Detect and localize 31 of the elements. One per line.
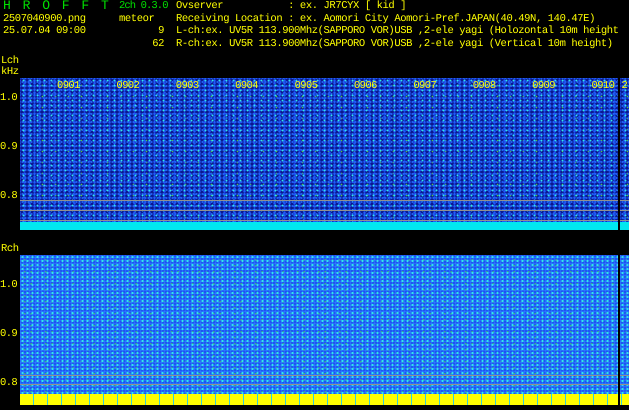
time-label: 0906 <box>354 80 377 92</box>
version-label: 2ch 0.3.0 <box>119 0 169 12</box>
time-label: 0905 <box>294 80 318 92</box>
time-label: 0909 <box>532 80 555 92</box>
time-label: 2 <box>622 80 628 92</box>
time-label: 0907 <box>413 80 436 92</box>
axis-tick-label: 0.9 <box>0 328 18 340</box>
meteor-count: 62 <box>151 38 165 50</box>
unit-label: kHz <box>0 67 20 78</box>
info-line: Receiving Location : ex. Aomori City Aomori-Pref.JAPAN(40.49N, 140.47E) <box>176 12 596 25</box>
time-label: 0901 <box>57 80 80 92</box>
time-label: 0908 <box>472 80 496 92</box>
info-line: L-ch:ex. UV5R 113.900Mhz(SAPPORO VOR)USB ,2-ele yagi (Holozontal 10m height <box>176 25 619 38</box>
time-label: 0910 <box>592 80 614 92</box>
time-label: 0903 <box>176 80 199 92</box>
axis-tick-label: 0.8 <box>0 190 18 202</box>
app-title: H R O F F T <box>3 0 112 12</box>
info-line: Ovserver : ex. JR7CYX [ kid ] <box>176 0 408 12</box>
axis-tick-label: 1.0 <box>0 279 18 291</box>
time-label: 0902 <box>116 80 140 92</box>
axis-tick-label: 1.0 <box>0 92 18 104</box>
axis-tick-label: 0.8 <box>0 377 18 389</box>
meteor-label: meteor <box>119 12 156 25</box>
channel-label: Rch <box>0 244 20 255</box>
info-line: R-ch:ex. UV5R 113.900Mhz(SAPPORO VOR)USB ,2-ele yagi (Vertical 10m height) <box>176 38 614 50</box>
channel-label: Lch <box>0 56 20 67</box>
axis-tick-label: 0.9 <box>0 141 18 153</box>
time-label: 0904 <box>235 80 258 92</box>
timestamp: 25.07.04 09:00 <box>3 25 87 38</box>
meteor-count: 9 <box>157 25 165 38</box>
file-name: 2507040900.png <box>3 12 87 25</box>
